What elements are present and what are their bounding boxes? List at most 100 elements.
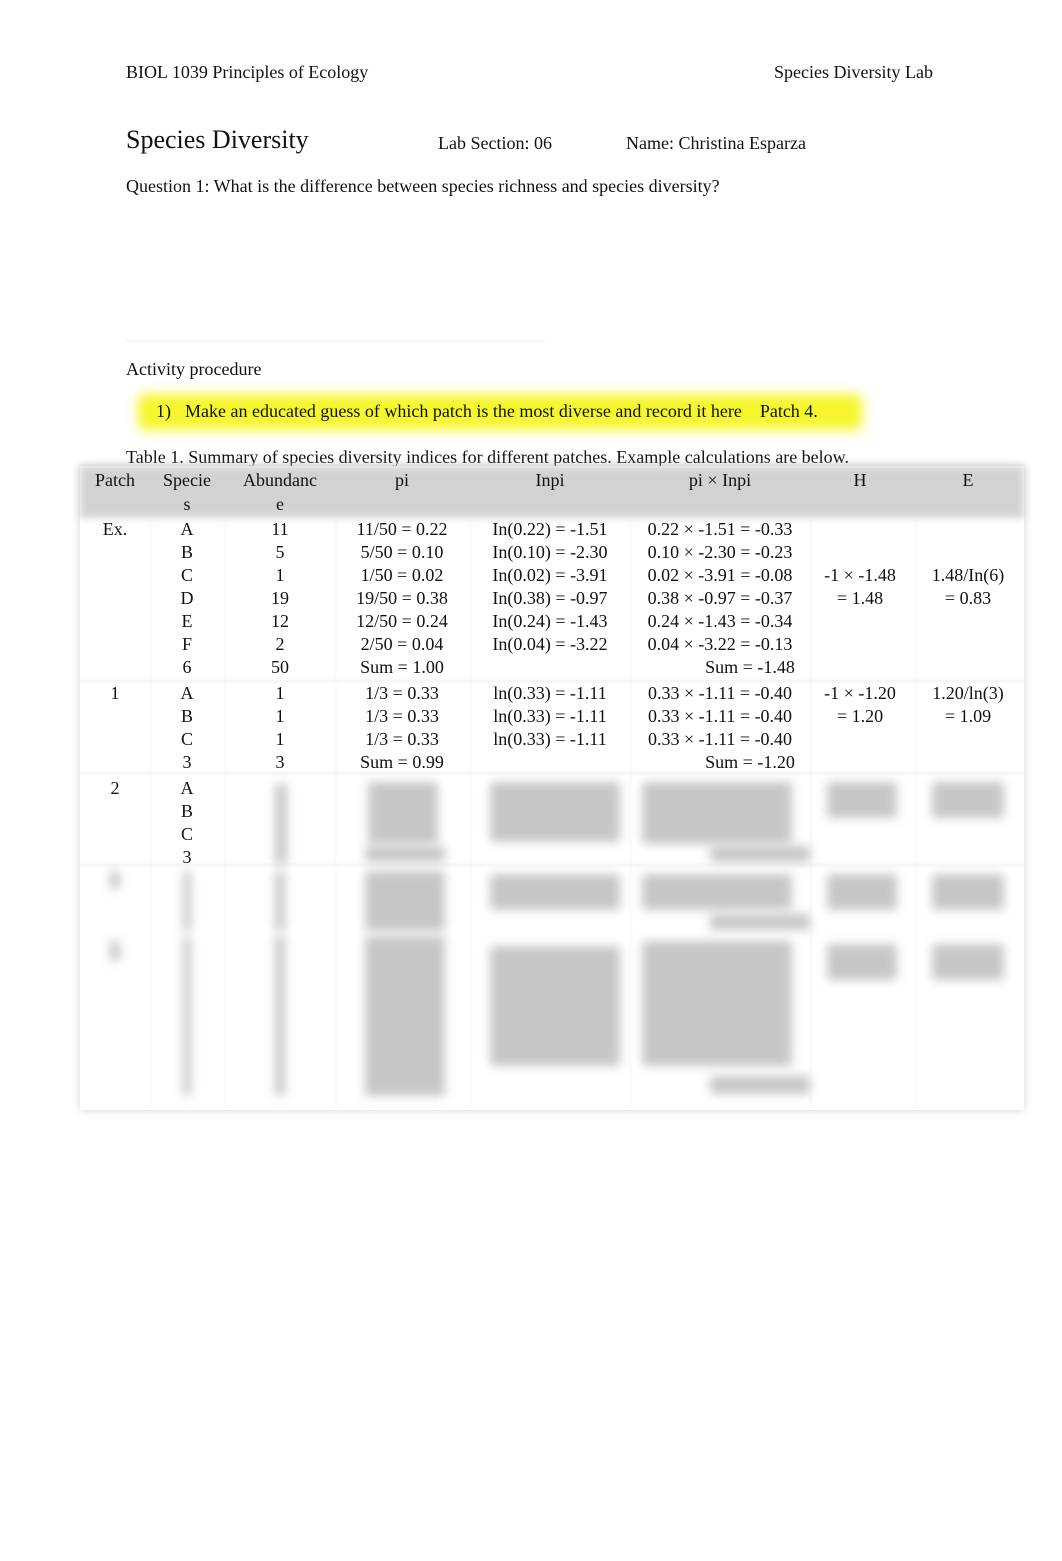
patch1-h-value: = 1.20 — [836, 706, 884, 726]
obscured-content — [642, 941, 792, 1066]
example-h-calc: -1 × -1.48 — [824, 565, 896, 585]
obscured-content — [368, 782, 438, 844]
example-species: B — [180, 542, 194, 562]
lab-section: Lab Section: 06 — [438, 133, 552, 153]
column-separator — [470, 518, 471, 1108]
example-pi-lnpi: 0.04 × -3.22 = -0.13 — [647, 634, 793, 654]
example-pi-lnpi: 0.22 × -1.51 = -0.33 — [647, 519, 793, 539]
example-abundance: 19 — [271, 588, 289, 608]
row-separator — [80, 864, 1024, 866]
example-patch-label: Ex. — [102, 519, 128, 539]
patch2-species: C — [180, 824, 194, 844]
column-header-7: E — [962, 470, 974, 490]
example-species: D — [180, 588, 194, 608]
example-pi: 12/50 = 0.24 — [356, 611, 448, 631]
obscured-content — [110, 941, 120, 961]
header-course: BIOL 1039 Principles of Ecology — [126, 62, 369, 82]
patch1-lnpi: ln(0.33) = -1.11 — [493, 683, 607, 703]
answer-divider — [126, 340, 544, 342]
step-1-highlight: 1) Make an educated guess of which patch … — [138, 394, 862, 430]
example-e-value: = 0.83 — [944, 588, 992, 608]
patch2-species: 3 — [182, 847, 192, 867]
question-1: Question 1: What is the difference betwe… — [126, 176, 720, 196]
column-header-6: H — [853, 470, 867, 490]
obscured-content — [275, 936, 285, 1096]
column-separator — [810, 518, 811, 1108]
example-pi: 5/50 = 0.10 — [360, 542, 444, 562]
example-species: F — [181, 634, 193, 654]
step-1: 1) Make an educated guess of which patch … — [156, 401, 818, 422]
row-separator — [80, 680, 1024, 682]
example-pi-lnpi: 0.10 × -2.30 = -0.23 — [647, 542, 793, 562]
patch1-pi-sum: Sum = 0.99 — [360, 752, 444, 772]
patch1-pi-lnpi: 0.33 × -1.11 = -0.40 — [647, 706, 793, 726]
obscured-content — [490, 874, 620, 910]
example-pi-sum: Sum = 1.00 — [360, 657, 444, 677]
table-caption: Table 1. Summary of species diversity in… — [126, 447, 849, 467]
example-pi: 11/50 = 0.22 — [356, 519, 448, 539]
obscured-content — [642, 874, 792, 910]
patch1-species: C — [180, 729, 194, 749]
example-e-calc: 1.48/In(6) — [931, 565, 1005, 585]
patch1-abundance-total: 3 — [275, 752, 285, 772]
column-separator — [225, 518, 226, 1108]
column-header-4: Inpi — [535, 470, 565, 490]
column-separator — [150, 518, 151, 1108]
obscured-content — [490, 782, 620, 842]
patch1-lnpi: ln(0.33) = -1.11 — [493, 706, 607, 726]
patch2-species: A — [180, 778, 194, 798]
obscured-content — [827, 944, 897, 980]
patch1-pi: 1/3 = 0.33 — [365, 729, 439, 749]
patch1-lnpi: ln(0.33) = -1.11 — [493, 729, 607, 749]
example-abundance: 1 — [275, 565, 285, 585]
example-lnpi: In(0.02) = -3.91 — [492, 565, 608, 585]
column-header-0: Patch — [95, 470, 135, 490]
example-pi: 1/50 = 0.02 — [360, 565, 444, 585]
example-abundance: 2 — [275, 634, 285, 654]
column-header-1: s — [183, 494, 191, 514]
example-lnpi: In(0.10) = -2.30 — [492, 542, 608, 562]
step-1-text: Make an educated guess of which patch is… — [185, 401, 742, 421]
patch2-patch-label: 2 — [110, 778, 120, 798]
example-pi-lnpi: 0.38 × -0.97 = -0.37 — [647, 588, 793, 608]
example-species-total: 6 — [182, 657, 192, 677]
patch1-pi: 1/3 = 0.33 — [365, 683, 439, 703]
column-header-2: e — [276, 494, 284, 514]
example-lnpi: In(0.22) = -1.51 — [492, 519, 608, 539]
example-lnpi: In(0.38) = -0.97 — [492, 588, 608, 608]
patch1-species-total: 3 — [182, 752, 192, 772]
page-title: Species Diversity — [126, 125, 309, 154]
obscured-content — [110, 871, 120, 889]
patch1-species: A — [180, 683, 194, 703]
obscured-content — [932, 944, 1004, 980]
patch1-e-value: = 1.09 — [944, 706, 992, 726]
column-header-1: Specie — [163, 470, 211, 490]
obscured-content — [710, 1076, 810, 1094]
header-lab: Species Diversity Lab — [774, 62, 933, 82]
example-species: C — [180, 565, 194, 585]
patch1-abundance: 1 — [275, 683, 285, 703]
column-separator — [915, 518, 916, 1108]
column-header-3: pi — [394, 470, 410, 490]
obscured-content — [365, 936, 445, 1096]
example-pi: 2/50 = 0.04 — [360, 634, 444, 654]
example-abundance: 5 — [275, 542, 285, 562]
example-abundance: 12 — [271, 611, 289, 631]
patch1-abundance: 1 — [275, 729, 285, 749]
student-name: Name: Christina Esparza — [626, 133, 806, 153]
example-pi-lnpi: 0.24 × -1.43 = -0.34 — [647, 611, 793, 631]
column-separator — [335, 518, 336, 1108]
patch1-h-calc: -1 × -1.20 — [824, 683, 896, 703]
step-1-answer: Patch 4. — [759, 401, 818, 421]
obscured-content — [827, 782, 897, 818]
column-header-2: Abundanc — [243, 470, 317, 490]
obscured-content — [932, 782, 1004, 818]
example-pi: 19/50 = 0.38 — [356, 588, 448, 608]
obscured-content — [710, 914, 810, 930]
patch1-pi-lnpi: 0.33 × -1.11 = -0.40 — [647, 729, 793, 749]
patch1-abundance: 1 — [275, 706, 285, 726]
obscured-content — [183, 871, 191, 931]
obscured-content — [490, 946, 620, 1066]
row-separator — [80, 772, 1024, 774]
column-header-5: pi × Inpi — [688, 470, 752, 490]
